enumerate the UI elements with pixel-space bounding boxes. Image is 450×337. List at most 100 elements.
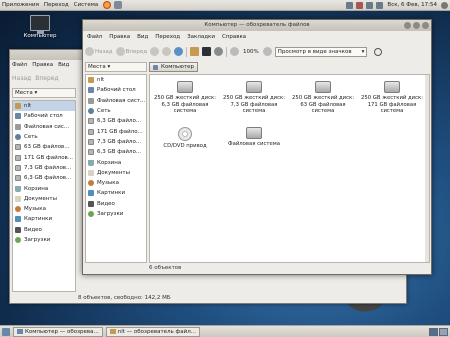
sidebar-item[interactable]: nlt <box>13 101 75 112</box>
computer-icon <box>30 15 50 34</box>
firefox-launcher-icon[interactable] <box>103 1 112 9</box>
toolbar: Назад Вперед 100% Просмотр в виде значко… <box>85 44 429 59</box>
file-item[interactable]: CD/DVD привод <box>154 127 216 150</box>
sidebar-item[interactable]: Сеть <box>86 106 146 116</box>
forward-button[interactable]: Вперед <box>35 75 58 82</box>
minimize-icon[interactable] <box>404 22 411 29</box>
menu-bookmarks[interactable]: Закладки <box>187 34 215 40</box>
keyboard-layout-icon[interactable] <box>356 1 364 9</box>
sidebar-item[interactable]: 63 GB файлов... <box>13 142 75 152</box>
sidebar-item[interactable]: Документы <box>86 168 146 178</box>
search-icon[interactable] <box>214 47 224 56</box>
file-item[interactable]: Файловая система <box>223 127 285 148</box>
places-header[interactable]: Места ▾ <box>12 88 76 98</box>
zoom-out-icon[interactable] <box>230 47 240 56</box>
power-icon[interactable] <box>441 1 448 9</box>
dl-icon <box>15 237 21 243</box>
system-menu[interactable]: Система <box>74 2 99 8</box>
sidebar-item[interactable]: nlt <box>86 75 146 85</box>
sidebar-item[interactable]: Картинки <box>13 214 75 224</box>
sidebar-item[interactable]: 171 GB файло... <box>86 126 146 136</box>
cd-drive-icon <box>178 127 192 141</box>
forward-button[interactable]: Вперед <box>115 47 147 56</box>
taskbar-button-computer[interactable]: Компьютер — обозрева... <box>13 326 103 337</box>
video-icon <box>88 200 94 207</box>
sidebar-item[interactable]: Корзина <box>13 183 75 193</box>
sidebar-item[interactable]: 7,3 GB файлов... <box>13 163 75 173</box>
show-desktop-icon[interactable] <box>2 327 10 336</box>
sidebar-item[interactable]: Рабочий стол <box>13 111 75 121</box>
taskbar-button-nlt[interactable]: nlt — обозреватель файл... <box>105 326 200 337</box>
applications-menu[interactable]: Приложения <box>2 2 39 8</box>
music-icon <box>88 180 94 187</box>
sidebar-item[interactable]: Музыка <box>86 178 146 188</box>
network-icon[interactable] <box>346 1 354 9</box>
sidebar-item[interactable]: Корзина <box>86 157 146 167</box>
sidebar-item[interactable]: 6,3 GB файлов... <box>13 173 75 183</box>
menu-file[interactable]: Файл <box>12 62 27 68</box>
workspace-2[interactable] <box>439 327 448 336</box>
pic-icon <box>88 190 94 197</box>
hard-disk-icon <box>177 81 193 93</box>
task-label: Компьютер — обозрева... <box>25 328 99 335</box>
sidebar-item[interactable]: Видео <box>13 225 75 235</box>
zoom-in-icon[interactable] <box>262 47 272 56</box>
close-icon[interactable] <box>422 22 429 29</box>
sidebar-item[interactable]: Файловая сист... <box>86 96 146 106</box>
sidebar-item[interactable]: 6,3 GB файло... <box>86 147 146 157</box>
sidebar-item[interactable]: Загрузки <box>86 209 146 219</box>
clock[interactable]: Вск, 6 Фев, 17:54 <box>387 2 437 8</box>
sidebar-item[interactable]: Сеть <box>13 132 75 142</box>
window-titlebar[interactable]: Компьютер — обозреватель файлов <box>83 20 431 31</box>
maximize-icon[interactable] <box>413 22 420 29</box>
sidebar-item[interactable]: Загрузки <box>13 235 75 245</box>
back-button[interactable]: Назад <box>12 75 31 82</box>
sidebar-item[interactable]: Музыка <box>13 204 75 214</box>
sidebar-item-label: nlt <box>24 103 32 110</box>
help-launcher-icon[interactable] <box>114 1 123 9</box>
reload-icon[interactable] <box>174 47 184 56</box>
view-mode-select[interactable]: Просмотр в виде значков ▾ <box>274 46 368 57</box>
file-item[interactable]: 250 GB жесткий диск: 7,3 GB файловая сис… <box>223 81 285 115</box>
menu-view[interactable]: Вид <box>58 62 69 68</box>
menu-help[interactable]: Справка <box>222 34 246 40</box>
up-icon[interactable] <box>150 47 160 56</box>
back-button[interactable]: Назад <box>85 47 113 56</box>
desktop-computer-icon[interactable]: Компьютер <box>18 15 62 39</box>
computer-icon[interactable] <box>202 47 212 56</box>
menu-edit[interactable]: Правка <box>32 62 53 68</box>
menu-edit[interactable]: Правка <box>109 34 130 40</box>
file-item[interactable]: 250 GB жесткий диск: 6,3 GB файловая сис… <box>154 81 216 115</box>
sidebar-item[interactable]: 7,3 GB файло... <box>86 137 146 147</box>
mail-icon[interactable] <box>376 1 384 9</box>
desk-icon <box>15 113 21 120</box>
volume-icon[interactable] <box>366 1 374 9</box>
sidebar-item[interactable]: 6,3 GB файло... <box>86 116 146 126</box>
sidebar-item[interactable]: Файловая сис... <box>13 122 75 132</box>
back-label: Назад <box>95 48 113 55</box>
workspace-1[interactable] <box>429 327 438 336</box>
menu-file[interactable]: Файл <box>87 34 102 40</box>
menu-view[interactable]: Вид <box>137 34 148 40</box>
file-view: 250 GB жесткий диск: 6,3 GB файловая сис… <box>149 74 430 263</box>
menu-go[interactable]: Переход <box>155 34 180 40</box>
file-item-label: 250 GB жесткий диск: 171 GB файловая сис… <box>361 95 424 114</box>
zoom-level[interactable]: 100% <box>243 49 259 55</box>
sidebar-item[interactable]: Картинки <box>86 188 146 198</box>
search-icon[interactable] <box>374 47 383 56</box>
sidebar-item[interactable]: Документы <box>13 194 75 204</box>
home-icon[interactable] <box>190 47 200 56</box>
sidebar-item[interactable]: 171 GB файлов... <box>13 152 75 162</box>
vertical-scrollbar[interactable] <box>425 75 429 262</box>
sidebar-item[interactable]: Видео <box>86 199 146 209</box>
computer-icon <box>153 64 158 70</box>
file-item[interactable]: 250 GB жесткий диск: 63 GB файловая сист… <box>292 81 354 115</box>
sidebar-item[interactable]: Рабочий стол <box>86 85 146 95</box>
path-button-computer[interactable]: Компьютер <box>149 62 198 72</box>
stop-icon[interactable] <box>162 47 172 56</box>
file-item[interactable]: 250 GB жесткий диск: 171 GB файловая сис… <box>361 81 423 115</box>
hard-disk-icon <box>315 81 331 93</box>
places-header[interactable]: Места ▾ <box>85 62 147 72</box>
places-menu[interactable]: Переход <box>44 2 69 8</box>
path-button-label: Компьютер <box>161 63 194 70</box>
